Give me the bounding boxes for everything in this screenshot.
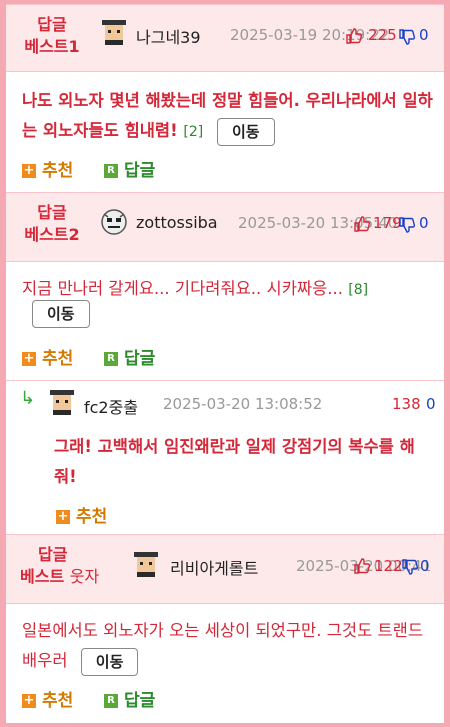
nickname[interactable]: 나그네39 (136, 24, 201, 48)
best-badge: 답글 베스트 웃자 (20, 544, 130, 588)
comment-body: 일본에서도 외노자가 오는 세상이 되었구만. 그것도 트랜드 배우러 이동 (22, 616, 436, 676)
comment-body: 그래! 고백해서 임진왜란과 일제 강점기의 복수를 해줘! (54, 432, 436, 492)
recommend-label: 추천 (42, 161, 74, 181)
thumbs-down-icon[interactable] (399, 29, 415, 45)
like-count: 225 (368, 26, 397, 44)
divider (6, 380, 444, 381)
best-badge: 답글 베스트1 (16, 14, 88, 58)
reply-badge-icon: R (104, 352, 118, 366)
recommend-button[interactable]: + 추천 (22, 156, 73, 181)
nickname[interactable]: zottossiba (136, 213, 218, 232)
dislike-count: 0 (419, 26, 429, 44)
nickname[interactable]: fc2중출 (84, 394, 138, 418)
recommend-label: 추천 (76, 507, 108, 527)
move-button[interactable]: 이동 (32, 300, 90, 328)
reply-button[interactable]: R 답글 (104, 686, 155, 711)
best-label-bottom: 베스트1 (24, 37, 80, 56)
comment-body: 나도 외노자 몇년 해봤는데 정말 힘들어. 우리나라에서 일하는 외노자들도 … (22, 86, 434, 147)
reply-button[interactable]: R 답글 (104, 156, 155, 181)
comment-text: 지금 만나러 갈게요... 기다려줘요.. 시카짜응... (22, 279, 343, 298)
comment-list: 답글 베스트1 나그네39 2025-03-19 20:19:22 225 0 … (6, 4, 444, 723)
recommend-button[interactable]: + 추천 (22, 686, 73, 711)
recommend-button[interactable]: + 추천 (22, 344, 73, 369)
like-count: 138 (392, 395, 421, 413)
avatar[interactable] (48, 388, 76, 416)
best-label-top: 답글 (37, 203, 67, 222)
like-count: 179 (373, 214, 402, 232)
nickname[interactable]: 리비아게롤트 (170, 555, 258, 579)
comment-date: 2025-03-19 20:19:22 (230, 26, 390, 44)
thumbs-up-icon[interactable] (354, 558, 370, 574)
avatar[interactable] (100, 208, 128, 236)
plus-icon: + (56, 509, 70, 524)
best-badge: 답글 베스트2 (16, 202, 88, 246)
move-button[interactable]: 이동 (80, 647, 139, 676)
best-label-extra: 웃자 (69, 567, 100, 586)
comment-text: 그래! 고백해서 임진왜란과 일제 강점기의 복수를 해줘! (54, 437, 415, 486)
reply-count[interactable]: [2] (183, 124, 203, 140)
reply-label: 답글 (124, 161, 156, 181)
move-button[interactable]: 이동 (216, 117, 275, 146)
thumbs-up-icon[interactable] (354, 216, 370, 232)
reply-badge-icon: R (104, 694, 118, 708)
plus-icon: + (22, 351, 36, 366)
reply-badge-icon: R (104, 164, 118, 178)
recommend-button[interactable]: + 추천 (56, 502, 107, 527)
like-count: 122 (374, 557, 403, 575)
avatar[interactable] (132, 550, 160, 578)
plus-icon: + (22, 693, 36, 708)
best-label-top: 답글 (37, 15, 67, 34)
avatar[interactable] (100, 18, 128, 46)
reply-label: 답글 (124, 349, 156, 369)
dislike-count: 0 (420, 557, 430, 575)
dislike-count: 0 (426, 395, 436, 413)
recommend-label: 추천 (42, 691, 74, 711)
comment-date: 2025-03-20 13:08:52 (163, 395, 323, 413)
thumbs-down-icon[interactable] (399, 217, 415, 233)
reply-arrow-icon: ↳ (20, 388, 36, 409)
reply-label: 답글 (124, 691, 156, 711)
best-label-bottom: 베스트2 (24, 225, 80, 244)
reply-button[interactable]: R 답글 (104, 344, 155, 369)
best-label-top: 답글 (38, 545, 68, 564)
thumbs-down-icon[interactable] (402, 559, 418, 575)
dislike-count: 0 (419, 214, 429, 232)
recommend-label: 추천 (42, 349, 74, 369)
plus-icon: + (22, 163, 36, 178)
thumbs-up-icon[interactable] (346, 28, 362, 44)
reply-count[interactable]: [8] (348, 282, 368, 298)
best-label-bottom: 베스트 (20, 567, 65, 586)
